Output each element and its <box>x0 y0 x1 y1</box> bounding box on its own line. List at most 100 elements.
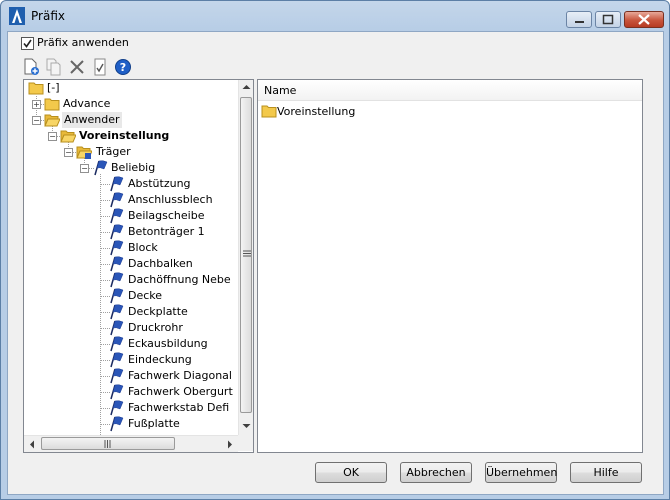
prefix-checkbox-label[interactable]: Präfix anwenden <box>37 36 129 49</box>
tree-leaf-label: Block <box>128 241 158 254</box>
scroll-thumb-vertical[interactable] <box>240 97 252 413</box>
flag-icon <box>110 176 124 192</box>
folder-open-icon <box>76 146 92 159</box>
tree-node-anwender[interactable]: Anwender <box>62 112 122 128</box>
window-title: Präfix <box>31 9 65 23</box>
tree-leaf-item[interactable]: Fachwerkstab Defi <box>24 400 238 416</box>
tree-leaf-item[interactable]: Beilagscheibe <box>24 208 238 224</box>
flag-icon <box>110 208 124 224</box>
tree-leaf-label: Beilagscheibe <box>128 209 205 222</box>
tree-leaf-label: Fußplatte <box>128 417 180 430</box>
prefix-checkbox[interactable] <box>21 37 34 50</box>
tree-leaf-item[interactable]: Fachwerk Diagonal <box>24 368 238 384</box>
title-bar[interactable]: Präfix <box>1 1 669 32</box>
tree-horizontal-scrollbar[interactable] <box>24 435 238 452</box>
tree-leaf-label: Eindeckung <box>128 353 192 366</box>
folder-icon <box>44 98 60 111</box>
help-button[interactable]: Hilfe <box>570 462 642 483</box>
flag-icon <box>110 400 124 416</box>
tree-node-traeger[interactable]: Träger <box>96 144 131 160</box>
tree-leaf-label: Decke <box>128 289 163 302</box>
tree-leaf-item[interactable]: Dachbalken <box>24 256 238 272</box>
tree-leaf-label: Eckausbildung <box>128 337 208 350</box>
flag-icon <box>110 384 124 400</box>
flag-icon <box>110 192 124 208</box>
ok-button[interactable]: OK <box>315 462 387 483</box>
column-header-name[interactable]: Name <box>258 80 642 101</box>
tree-leaf-item[interactable]: Druckrohr <box>24 320 238 336</box>
tree-leaf-item[interactable]: Eckausbildung <box>24 336 238 352</box>
tree-leaf-label: Anschlussblech <box>128 193 213 206</box>
tree-panel[interactable]: [-] + Advance − Anwender − Voreinstellun… <box>23 79 254 453</box>
folder-open-icon <box>60 130 76 143</box>
tree-leaf-item[interactable]: Anschlussblech <box>24 192 238 208</box>
new-document-icon[interactable] <box>22 58 40 76</box>
tree-node-advance[interactable]: Advance <box>63 96 110 112</box>
grip-icon <box>104 440 111 448</box>
collapse-icon[interactable]: − <box>64 148 73 157</box>
flag-icon <box>110 272 124 288</box>
flag-icon <box>110 368 124 384</box>
expand-icon[interactable]: + <box>32 100 41 109</box>
scroll-left-icon[interactable] <box>29 440 35 449</box>
delete-icon[interactable] <box>68 58 86 76</box>
tree-leaf-item[interactable]: Fachwerk Obergurt <box>24 384 238 400</box>
tree-leaf-item[interactable]: Eindeckung <box>24 352 238 368</box>
collapse-icon[interactable]: − <box>32 116 41 125</box>
app-logo-icon <box>9 7 25 25</box>
dialog-window: Präfix Präfix anwenden ? [-] + Advance −… <box>0 0 670 500</box>
close-button[interactable] <box>624 11 664 28</box>
folder-icon <box>28 82 44 95</box>
tree-leaf-item[interactable]: Dachöffnung Nebe <box>24 272 238 288</box>
properties-icon[interactable] <box>91 58 109 76</box>
maximize-icon <box>602 14 614 25</box>
flag-icon <box>94 160 108 176</box>
tree-node-beliebig[interactable]: Beliebig <box>111 160 155 176</box>
flag-icon <box>110 240 124 256</box>
folder-open-icon <box>44 114 60 127</box>
cancel-button[interactable]: Abbrechen <box>400 462 472 483</box>
tree-leaf-item[interactable]: Abstützung <box>24 176 238 192</box>
scroll-right-icon[interactable] <box>227 440 233 449</box>
flag-icon <box>110 304 124 320</box>
flag-icon <box>110 256 124 272</box>
tree-leaf-item[interactable]: Fußplatte <box>24 416 238 432</box>
tree-node-voreinstellung[interactable]: Voreinstellung <box>79 128 169 144</box>
tree-vertical-scrollbar[interactable] <box>238 80 253 435</box>
close-icon <box>638 14 650 25</box>
scroll-down-icon[interactable] <box>242 423 251 429</box>
grip-icon <box>243 250 251 257</box>
list-item[interactable]: Voreinstellung <box>258 102 642 120</box>
tree-leaf-label: Dachöffnung Nebe <box>128 273 231 286</box>
copy-icon[interactable] <box>45 58 63 76</box>
scroll-up-icon[interactable] <box>242 84 251 90</box>
list-item-label: Voreinstellung <box>277 105 356 118</box>
tree-leaf-item[interactable]: Betonträger 1 <box>24 224 238 240</box>
help-icon[interactable]: ? <box>114 58 132 76</box>
tree-leaf-label: Abstützung <box>128 177 191 190</box>
list-panel[interactable]: Name Voreinstellung <box>257 79 643 453</box>
minimize-button[interactable] <box>566 11 592 28</box>
flag-icon <box>110 224 124 240</box>
flag-icon <box>110 336 124 352</box>
checkmark-icon <box>23 39 32 48</box>
tree-leaf-label: Fachwerk Diagonal <box>128 369 232 382</box>
tree-leaf-label: Fachwerkstab Defi <box>128 401 230 414</box>
collapse-icon[interactable]: − <box>48 132 57 141</box>
tree-leaf-item[interactable]: Block <box>24 240 238 256</box>
apply-button[interactable]: Übernehmen <box>485 462 557 483</box>
maximize-button[interactable] <box>595 11 621 28</box>
column-header-label: Name <box>264 84 297 97</box>
tree-leaf-label: Dachbalken <box>128 257 193 270</box>
collapse-icon[interactable]: − <box>80 164 89 173</box>
folder-icon <box>261 105 277 118</box>
tree-leaf-label: Druckrohr <box>128 321 183 334</box>
flag-icon <box>110 288 124 304</box>
tree-leaf-item[interactable]: Deckplatte <box>24 304 238 320</box>
scroll-thumb-horizontal[interactable] <box>41 437 175 450</box>
svg-text:?: ? <box>120 61 126 74</box>
tree-leaf-item[interactable]: Decke <box>24 288 238 304</box>
tree-leaf-label: Deckplatte <box>128 305 188 318</box>
scrollbar-corner <box>238 435 253 451</box>
tree-root-label[interactable]: [-] <box>47 80 60 96</box>
